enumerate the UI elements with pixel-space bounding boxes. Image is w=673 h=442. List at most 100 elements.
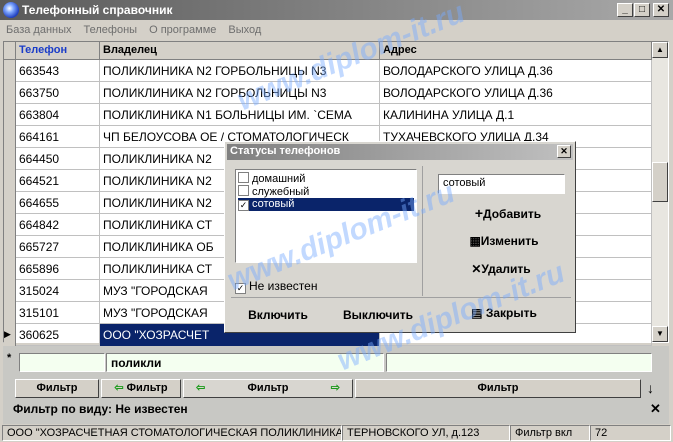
- status-item-home[interactable]: домашний: [238, 172, 414, 185]
- status-checklist[interactable]: домашний служебный ✓ сотовый: [235, 169, 417, 263]
- filter-phone-button[interactable]: Фильтр: [15, 379, 99, 398]
- arrow-left-icon: ⇦: [114, 382, 124, 394]
- close-dialog-button-label: Закрыть: [485, 306, 537, 320]
- status-item-label: сотовый: [252, 198, 295, 210]
- cell-phone[interactable]: 663750: [16, 82, 100, 104]
- row-indicator[interactable]: [4, 60, 16, 82]
- scroll-thumb[interactable]: [652, 162, 668, 202]
- cell-phone[interactable]: 665727: [16, 236, 100, 258]
- close-button[interactable]: ✕: [653, 3, 669, 17]
- disable-button[interactable]: Выключить: [335, 308, 421, 322]
- table-row[interactable]: 663543 ПОЛИКЛИНИКА N2 ГОРБОЛЬНИЦЫ N3 ВОЛОД…: [4, 60, 652, 82]
- filter-combined-button-label: Фильтр: [247, 382, 289, 394]
- menu-database[interactable]: База данных: [0, 20, 78, 38]
- delete-button-label: Удалить: [481, 262, 531, 276]
- checkbox-checked-icon[interactable]: ✓: [235, 283, 246, 294]
- row-indicator[interactable]: [4, 148, 16, 170]
- menu-exit[interactable]: Выход: [222, 20, 267, 38]
- row-indicator[interactable]: [4, 82, 16, 104]
- row-indicator[interactable]: [4, 192, 16, 214]
- close-dialog-button[interactable]: ▤ Закрыть: [461, 306, 547, 320]
- cell-phone[interactable]: 663543: [16, 60, 100, 82]
- disable-button-label: Выключить: [342, 308, 414, 322]
- row-indicator[interactable]: [4, 126, 16, 148]
- status-owner: ООО "ХОЗРАСЧЕТНАЯ СТОМАТОЛОГИЧЕСКАЯ ПОЛИ…: [2, 425, 342, 441]
- row-indicator[interactable]: [4, 104, 16, 126]
- row-indicator[interactable]: [4, 236, 16, 258]
- filter-address-input[interactable]: [386, 353, 652, 372]
- filter-panel: * поликли Фильтр ⇦ Фильтр ⇦ Фильтр ⇨ Фильт…: [3, 346, 669, 424]
- row-indicator[interactable]: ▶: [4, 324, 16, 346]
- row-indicator[interactable]: [4, 302, 16, 324]
- status-address: ТЕРНОВСКОГО УЛ, д.123: [342, 425, 510, 441]
- phone-status-dialog: Статусы телефонов ✕ домашний служебный ✓…: [224, 141, 576, 333]
- cell-phone[interactable]: 315024: [16, 280, 100, 302]
- unknown-checkbox-row[interactable]: ✓ Не известен: [235, 279, 317, 294]
- cell-address[interactable]: КАЛИНИНА УЛИЦА Д.1: [380, 104, 652, 126]
- header-phone[interactable]: Телефон: [16, 42, 100, 60]
- app-icon: [3, 2, 19, 18]
- enable-button[interactable]: Включить: [235, 308, 321, 322]
- status-item-work[interactable]: служебный: [238, 185, 414, 198]
- filter-phone-input[interactable]: [19, 353, 105, 372]
- checkbox-icon[interactable]: [238, 185, 249, 196]
- edit-icon: ▦: [469, 234, 481, 248]
- cell-owner[interactable]: ПОЛИКЛИНИКА N2 ГОРБОЛЬНИЦЫ N3: [100, 82, 380, 104]
- status-filter: Фильтр вкл: [510, 425, 590, 441]
- filter-owner-button[interactable]: ⇦ Фильтр: [101, 379, 181, 398]
- table-row[interactable]: 663750 ПОЛИКЛИНИКА N2 ГОРБОЛЬНИЦЫ N3 ВОЛОД…: [4, 82, 652, 104]
- row-indicator[interactable]: [4, 280, 16, 302]
- status-item-mobile[interactable]: ✓ сотовый: [238, 198, 414, 211]
- cell-owner[interactable]: ПОЛИКЛИНИКА N1 БОЛЬНИЦЫ ИМ. `СЕМА: [100, 104, 380, 126]
- checkbox-checked-icon[interactable]: ✓: [238, 200, 249, 211]
- filter-address-button[interactable]: Фильтр: [355, 379, 641, 398]
- clear-filter-icon[interactable]: ✕: [650, 401, 661, 417]
- delete-button[interactable]: ✕Удалить: [461, 262, 541, 276]
- unknown-label: Не известен: [249, 279, 318, 293]
- divider: [422, 166, 423, 296]
- cell-address[interactable]: ВОЛОДАРСКОГО УЛИЦА Д.36: [380, 82, 652, 104]
- cell-phone[interactable]: 664655: [16, 192, 100, 214]
- status-item-label: домашний: [252, 173, 306, 185]
- minimize-button[interactable]: _: [617, 3, 633, 17]
- title-bar: Телефонный справочник _ □ ✕: [0, 0, 673, 20]
- cell-phone[interactable]: 664842: [16, 214, 100, 236]
- filter-combined-button[interactable]: ⇦ Фильтр ⇨: [183, 379, 353, 398]
- maximize-button[interactable]: □: [634, 3, 650, 17]
- header-owner[interactable]: Владелец: [100, 42, 380, 60]
- status-name-input[interactable]: сотовый: [438, 174, 565, 194]
- cell-phone[interactable]: 360625: [16, 324, 100, 346]
- filter-owner-input[interactable]: поликли: [106, 353, 384, 372]
- cell-phone[interactable]: 664521: [16, 170, 100, 192]
- row-indicator[interactable]: [4, 214, 16, 236]
- edit-button-label: Изменить: [480, 234, 539, 248]
- enable-button-label: Включить: [248, 308, 308, 322]
- scroll-down-button[interactable]: ▼: [652, 326, 668, 342]
- cell-owner[interactable]: ПОЛИКЛИНИКА N2 ГОРБОЛЬНИЦЫ N3: [100, 60, 380, 82]
- cell-address[interactable]: ВОЛОДАРСКОГО УЛИЦА Д.36: [380, 60, 652, 82]
- scroll-up-button[interactable]: ▲: [652, 42, 668, 58]
- edit-button[interactable]: ▦Изменить: [461, 234, 547, 248]
- delete-icon: ✕: [471, 262, 482, 276]
- cell-phone[interactable]: 665896: [16, 258, 100, 280]
- table-row[interactable]: 663804 ПОЛИКЛИНИКА N1 БОЛЬНИЦЫ ИМ. `СЕМА К…: [4, 104, 652, 126]
- dialog-close-icon[interactable]: ✕: [557, 145, 571, 158]
- menu-phones[interactable]: Телефоны: [78, 20, 144, 38]
- add-button[interactable]: +Добавить: [463, 205, 553, 221]
- arrow-down-icon[interactable]: ↓: [647, 380, 654, 396]
- checkbox-icon[interactable]: [238, 172, 249, 183]
- row-indicator[interactable]: [4, 258, 16, 280]
- cell-phone[interactable]: 315101: [16, 302, 100, 324]
- cell-phone[interactable]: 664450: [16, 148, 100, 170]
- status-count: 72: [590, 425, 671, 441]
- status-item-label: служебный: [252, 186, 310, 198]
- cell-phone[interactable]: 663804: [16, 104, 100, 126]
- row-indicator[interactable]: [4, 170, 16, 192]
- menu-about[interactable]: О программе: [143, 20, 222, 38]
- filter-owner-button-label: Фильтр: [126, 382, 168, 394]
- filter-by-type: Фильтр по виду: Не известен: [13, 402, 188, 416]
- dialog-title: Статусы телефонов: [230, 145, 341, 157]
- cell-phone[interactable]: 664161: [16, 126, 100, 148]
- grid-scrollbar[interactable]: ▲ ▼: [652, 42, 668, 342]
- header-address[interactable]: Адрес: [380, 42, 652, 60]
